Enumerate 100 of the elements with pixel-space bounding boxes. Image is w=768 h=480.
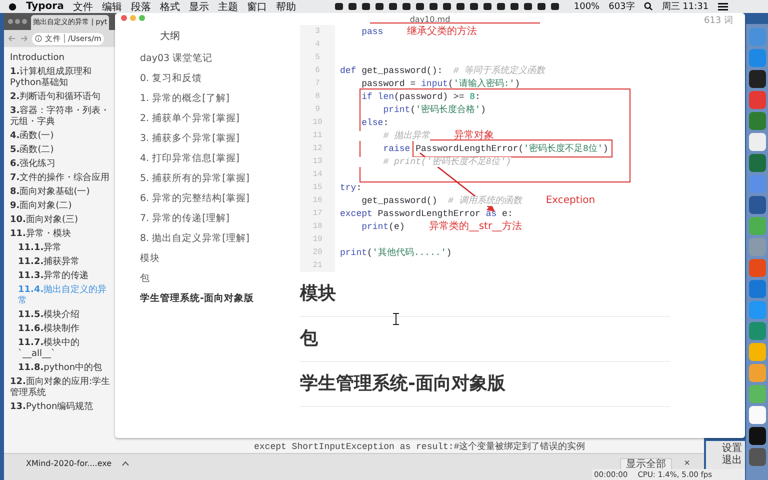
- menu-item[interactable]: 显示: [188, 0, 209, 14]
- outline-item[interactable]: 4. 打印异常信息[掌握]: [140, 149, 290, 169]
- line-number: 3: [300, 25, 335, 38]
- line-number: 7: [300, 77, 335, 90]
- code-line: else:: [360, 116, 389, 128]
- app-icon[interactable]: [748, 70, 766, 88]
- code-line: def get_password(): # 等同于系统定义函数: [340, 64, 546, 76]
- annotation-text: 继承父类的方法: [407, 26, 478, 38]
- menu-item[interactable]: 文件: [72, 0, 93, 14]
- line-number: 15: [300, 181, 335, 194]
- section-link[interactable]: 11.7.模块中的`__all__`: [10, 336, 114, 361]
- settings-button[interactable]: 设置: [719, 443, 745, 455]
- back-forward-icon[interactable]: [8, 35, 28, 42]
- clock: 周三 11:31: [662, 1, 709, 13]
- code-line: print('密码长度合格'): [382, 104, 486, 116]
- download-item[interactable]: XMind-2020-for....exe: [26, 458, 112, 470]
- menu-item[interactable]: 格式: [160, 0, 180, 14]
- caret-icon[interactable]: [122, 461, 129, 466]
- chapter-link[interactable]: 3.容器：字符串・列表・元组・字典: [10, 104, 114, 129]
- outline-item[interactable]: 8. 抛出自定义异常[理解]: [140, 229, 290, 249]
- section-link[interactable]: 11.6.模块制作: [10, 322, 114, 336]
- line-number: 19: [300, 233, 335, 246]
- outline-item[interactable]: 模块: [140, 249, 290, 269]
- outline-item[interactable]: 6. 异常的完整结构[掌握]: [140, 189, 290, 209]
- app-menu[interactable]: Typora: [26, 1, 64, 12]
- chapter-link[interactable]: Introduction: [10, 51, 114, 65]
- code-line: if len(password) >= 8:: [360, 90, 480, 102]
- code-line: pass: [360, 26, 384, 38]
- outline-item[interactable]: 2. 捕获单个异常[掌握]: [140, 109, 290, 129]
- line-number: 10: [300, 116, 335, 129]
- close-button[interactable]: ×: [682, 458, 692, 469]
- chapter-link[interactable]: 4.函数(一): [10, 129, 114, 143]
- app-icon[interactable]: [748, 133, 766, 151]
- menu-item[interactable]: 段落: [130, 0, 151, 14]
- section-link[interactable]: 11.2.捕获异常: [10, 255, 114, 269]
- outline-item[interactable]: 0. 复习和反馈: [140, 69, 290, 89]
- chapter-link[interactable]: 6.强化练习: [10, 157, 114, 171]
- code-line: try:: [340, 182, 362, 194]
- line-number: 21: [300, 259, 335, 272]
- menu-item[interactable]: 窗口: [246, 0, 267, 14]
- outline-item[interactable]: 1. 异常的概念[了解]: [140, 89, 290, 109]
- logo-icon[interactable]: [8, 2, 17, 11]
- section-heading: 模块: [300, 283, 336, 304]
- chapter-link[interactable]: 1.计算机组成原理和Python基础知: [10, 65, 114, 90]
- line-number: 4: [300, 38, 335, 51]
- line-number: 14: [300, 168, 335, 181]
- chapter-link[interactable]: 8.面向对象基础(一): [10, 185, 114, 199]
- info-icon: [35, 35, 42, 42]
- annotation-text: 异常类的__str__方法: [428, 220, 522, 232]
- outline-item[interactable]: 5. 捕获所有的异常[掌握]: [140, 169, 290, 189]
- exit-button[interactable]: 退出: [719, 455, 745, 467]
- chapter-link[interactable]: 12.面向对象的应用:学生管理系统: [10, 375, 114, 400]
- outline-item[interactable]: 包: [140, 269, 290, 289]
- word-count: 603字: [608, 0, 635, 13]
- text-cursor-icon: [393, 313, 399, 325]
- line-number: 16: [300, 194, 335, 207]
- section-link[interactable]: 11.8.python中的包: [10, 361, 114, 375]
- line-number: 18: [300, 220, 335, 233]
- code-text: except ShortInputException as result:#这个变量被绑定到了错误的实例: [254, 442, 586, 453]
- list-icon[interactable]: [718, 2, 728, 11]
- line-number: 8: [300, 90, 335, 103]
- outline-item[interactable]: 7. 异常的传递[理解]: [140, 209, 290, 229]
- section-link[interactable]: 11.5.模块介绍: [10, 308, 114, 322]
- chapter-link[interactable]: 10.面向对象(三): [10, 213, 114, 227]
- outline-item[interactable]: day03 课堂笔记: [140, 49, 290, 69]
- window-title: day10.md: [410, 14, 450, 24]
- line-number: 17: [300, 207, 335, 220]
- section-link[interactable]: 11.1.异常: [10, 241, 114, 255]
- menu-item[interactable]: 帮助: [276, 0, 296, 14]
- chapter-link[interactable]: 9.面向对象(二): [10, 199, 114, 213]
- line-number: 13: [300, 155, 335, 168]
- code-line: password = input('请输入密码:'): [360, 78, 520, 90]
- battery-level: 100%: [574, 2, 600, 12]
- code-line: raise PasswordLengthError('密码长度不足8位'): [382, 142, 608, 154]
- line-number: 6: [300, 64, 335, 77]
- app-icon[interactable]: [748, 406, 766, 424]
- outline-item[interactable]: 学生管理系统-面向对象版: [140, 289, 290, 309]
- section-heading: 包: [300, 328, 318, 349]
- chapter-link[interactable]: 13.Python编码规范: [10, 400, 114, 414]
- search-icon[interactable]: [644, 2, 653, 11]
- code-line: except PasswordLengthError as e:: [340, 208, 513, 220]
- word-count: 613 词: [704, 14, 733, 27]
- outline-item[interactable]: 3. 捕获多个异常[掌握]: [140, 129, 290, 149]
- code-line: print(e): [360, 220, 405, 232]
- chapter-link[interactable]: 2.判断语句和循环语句: [10, 90, 114, 104]
- chapter-link[interactable]: 7.文件的操作・综合应用: [10, 171, 114, 185]
- chapter-link[interactable]: 5.函数(二): [10, 143, 114, 157]
- annotation-text: Exception: [546, 194, 596, 206]
- chapter-link[interactable]: 11.异常・模块: [10, 227, 114, 241]
- section-heading: 学生管理系统-面向对象版: [300, 373, 506, 394]
- app-icon[interactable]: [748, 427, 766, 445]
- menu-item[interactable]: 编辑: [102, 0, 122, 14]
- section-link[interactable]: 11.3.异常的传递: [10, 269, 114, 283]
- line-number: 9: [300, 103, 335, 116]
- line-number: 20: [300, 246, 335, 259]
- annotation-text: 异常对象: [454, 130, 494, 142]
- line-number: 5: [300, 51, 335, 64]
- menu-item[interactable]: 主题: [218, 0, 238, 14]
- line-number: 12: [300, 142, 335, 155]
- line-number: 11: [300, 129, 335, 142]
